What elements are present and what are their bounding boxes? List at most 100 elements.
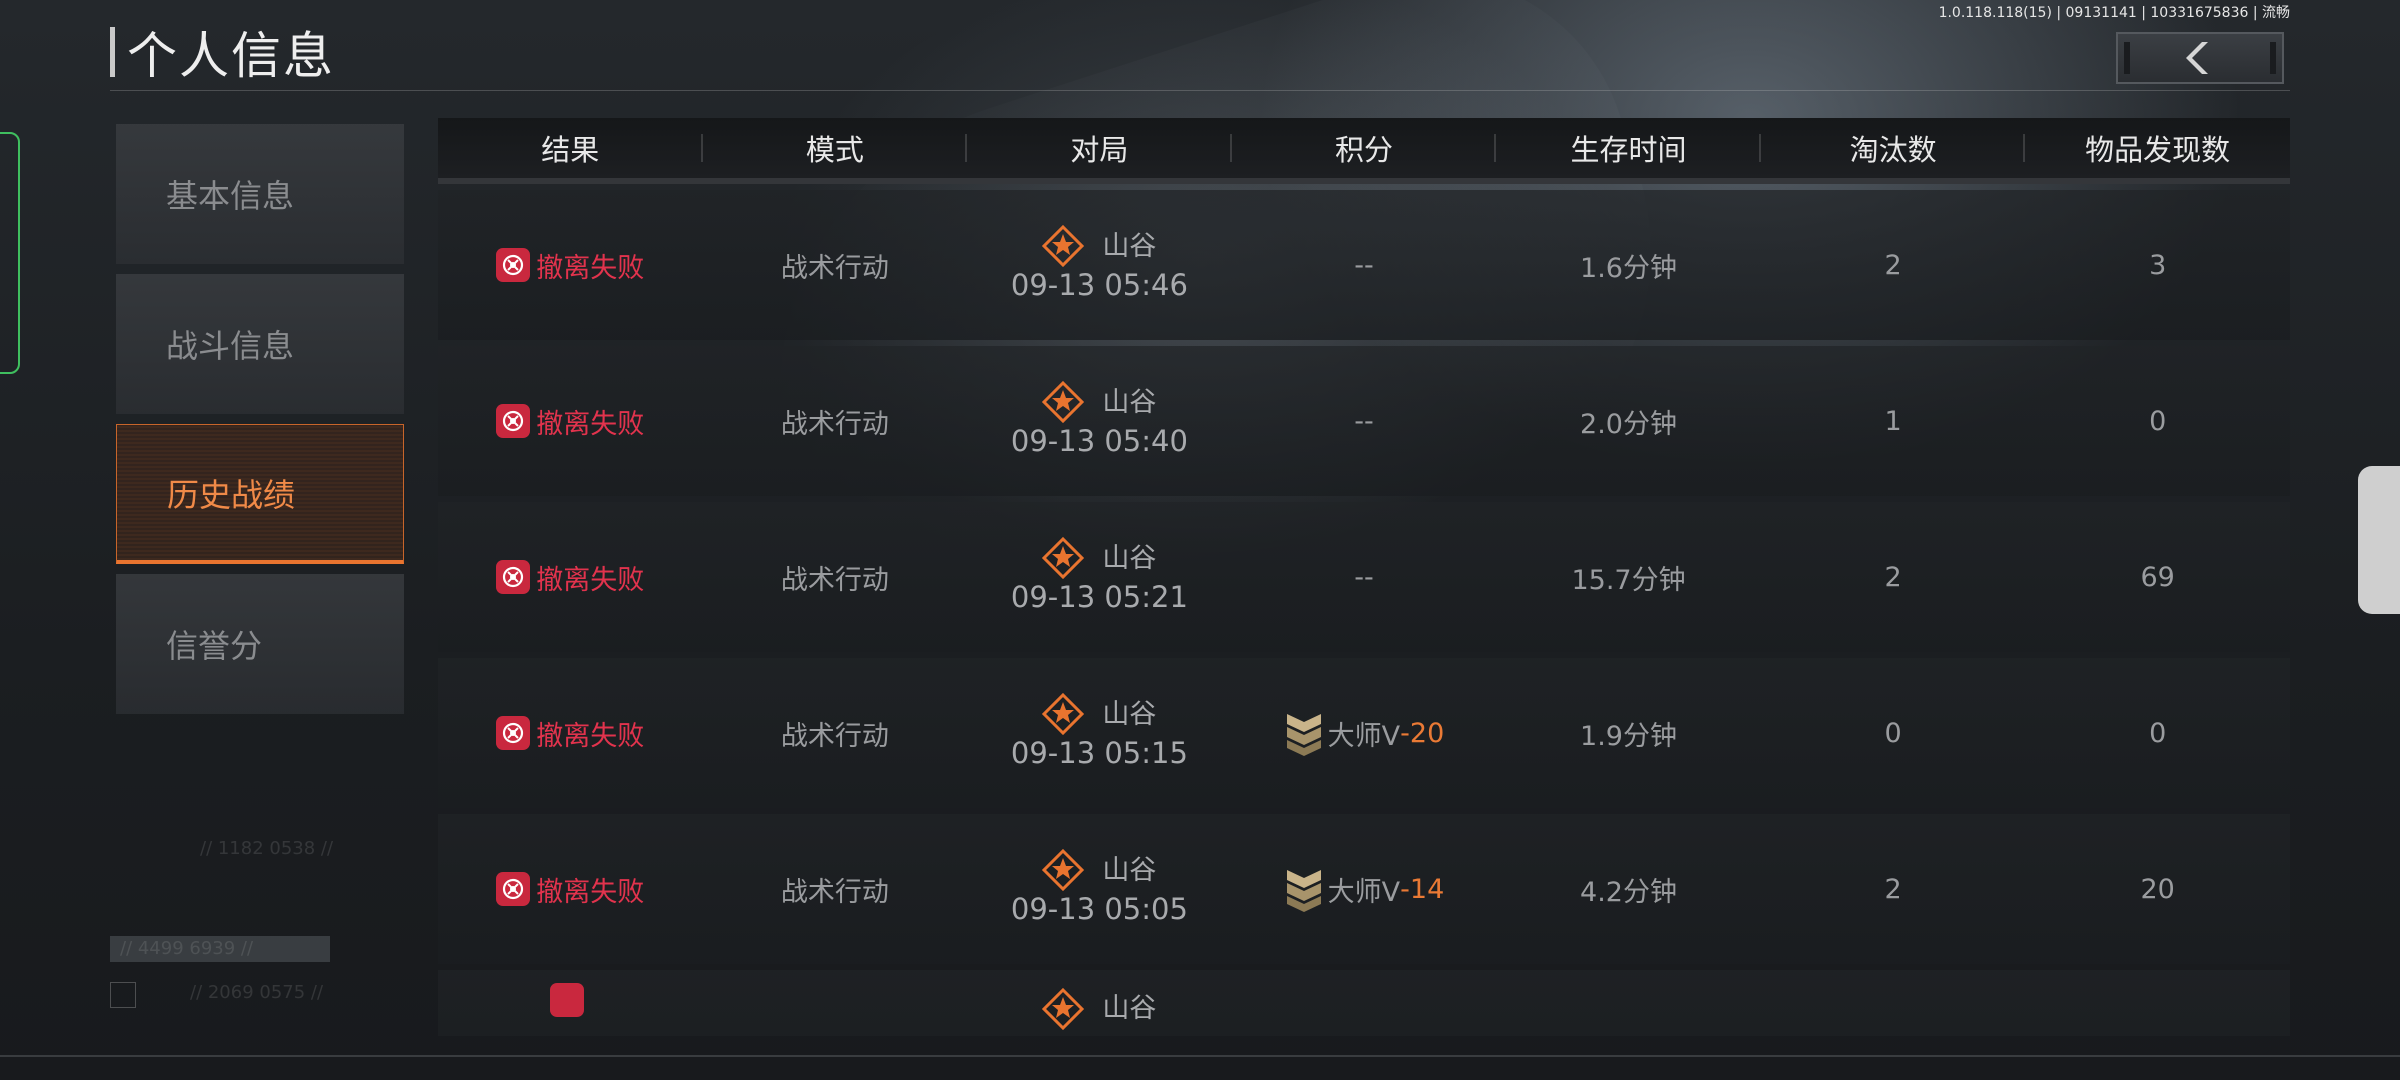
rank-name: 大师V (1327, 720, 1401, 752)
map-name: 山谷 (1102, 993, 1157, 1025)
items-cell: 3 (2149, 249, 2167, 281)
result-text: 撤离失败 (536, 876, 645, 908)
score-delta: -14 (1400, 873, 1445, 905)
mode-cell: 战术行动 (780, 720, 889, 752)
match-time: 09-13 05:15 (1010, 736, 1188, 771)
valley-map-icon (1042, 693, 1085, 736)
match-map: 山谷 (1042, 225, 1157, 268)
items-cell: 0 (2149, 717, 2167, 749)
result-cell: 撤离失败 (438, 190, 703, 340)
score-cell: -- (1232, 346, 1497, 496)
table-row[interactable]: 撤离失败 战术行动 山谷 09-13 05:40 -- 2.0分钟 1 0 (438, 346, 2290, 496)
fail-icon (496, 404, 531, 438)
sidebar: 基本信息 战斗信息 历史战绩 信誉分 (116, 124, 404, 724)
background-bar: // 4499 6939 // (110, 936, 330, 962)
match-cell: 山谷 (967, 970, 1232, 1036)
table-header: 结果 模式 对局 积分 生存时间 淘汰数 物品发现数 (438, 118, 2290, 184)
mode-cell: 战术行动 (780, 408, 889, 440)
kills-cell: 0 (1884, 717, 1902, 749)
rank-name: 大师V (1327, 876, 1401, 908)
kills-cell: 2 (1884, 873, 1902, 905)
match-cell: 山谷 09-13 05:46 (967, 190, 1232, 340)
bottom-divider (0, 1055, 2400, 1057)
score-empty: -- (1354, 561, 1374, 593)
score-empty: -- (1354, 405, 1374, 437)
fail-icon (496, 716, 531, 750)
title-divider (110, 90, 2290, 91)
map-name: 山谷 (1102, 386, 1157, 418)
result-cell: 撤离失败 (438, 346, 703, 496)
score-cell: 大师V -14 (1232, 814, 1497, 964)
items-cell: 0 (2149, 405, 2167, 437)
fail-icon (496, 560, 531, 594)
table-row[interactable]: 撤离失败 战术行动 山谷 09-13 05:46 -- 1.6分钟 2 3 (438, 190, 2290, 340)
chevron-left-icon (2186, 42, 2208, 74)
left-edge-handle[interactable] (0, 132, 20, 374)
column-header-match: 对局 (967, 118, 1232, 178)
match-time: 09-13 05:05 (1010, 892, 1188, 927)
column-header-items-found: 物品发现数 (2085, 133, 2231, 167)
fail-icon (550, 983, 585, 1017)
master-rank-icon (1286, 714, 1321, 756)
survival-cell: 2.0分钟 (1580, 408, 1677, 440)
valley-map-icon (1042, 225, 1085, 268)
sidebar-item-credit-score[interactable]: 信誉分 (116, 574, 404, 714)
table-row[interactable]: 撤离失败 战术行动 山谷 09-13 05:21 -- 15.7分钟 2 69 (438, 502, 2290, 652)
result-text: 撤离失败 (536, 252, 645, 284)
background-coord-text: // 1182 0538 // (200, 838, 334, 859)
fail-icon (496, 248, 531, 282)
sidebar-item-match-history[interactable]: 历史战绩 (116, 424, 404, 564)
match-cell: 山谷 09-13 05:05 (967, 814, 1232, 964)
map-name: 山谷 (1102, 542, 1157, 574)
result-text: 撤离失败 (536, 564, 645, 596)
sidebar-item-combat-info[interactable]: 战斗信息 (116, 274, 404, 414)
score-cell: 大师V -20 (1232, 658, 1497, 808)
survival-cell (1496, 970, 1761, 1036)
map-name: 山谷 (1102, 230, 1157, 262)
page-header: 个人信息 (110, 22, 335, 85)
mode-cell: 战术行动 (780, 564, 889, 596)
result-cell: 撤离失败 (438, 814, 703, 964)
screen: 1.0.118.118(15) | 09131141 | 10331675836… (0, 0, 2400, 1080)
background-coord-text: // 4499 6939 // (120, 938, 254, 959)
items-cell: 20 (2140, 873, 2175, 905)
table-row[interactable]: 撤离失败 战术行动 山谷 09-13 05:15 大师V -20 1.9分钟 0… (438, 658, 2290, 808)
kills-cell: 2 (1884, 561, 1902, 593)
map-name: 山谷 (1102, 698, 1157, 730)
column-header-mode: 模式 (703, 118, 968, 178)
match-cell: 山谷 09-13 05:15 (967, 658, 1232, 808)
table-row[interactable]: 山谷 (438, 970, 2290, 1036)
back-button[interactable] (2116, 32, 2284, 84)
result-cell: 撤离失败 (438, 502, 703, 652)
table-row[interactable]: 撤离失败 战术行动 山谷 09-13 05:05 大师V -14 4.2分钟 2… (438, 814, 2290, 964)
sidebar-item-basic-info[interactable]: 基本信息 (116, 124, 404, 264)
kills-cell: 1 (1884, 405, 1902, 437)
result-text: 撤离失败 (536, 408, 645, 440)
match-map: 山谷 (1042, 537, 1157, 580)
background-box (110, 982, 136, 1008)
kills-cell (1761, 970, 2026, 1036)
master-rank-icon (1286, 870, 1321, 912)
match-time: 09-13 05:40 (1010, 424, 1188, 459)
match-map: 山谷 (1042, 381, 1157, 424)
survival-cell: 15.7分钟 (1571, 564, 1686, 596)
valley-map-icon (1042, 849, 1085, 892)
score-delta: -20 (1400, 717, 1445, 749)
column-header-survival-time: 生存时间 (1496, 118, 1761, 178)
sidebar-item-label: 基本信息 (166, 177, 295, 215)
sidebar-item-label: 历史战绩 (167, 475, 296, 514)
items-cell: 69 (2140, 561, 2175, 593)
page-title: 个人信息 (127, 27, 335, 85)
title-marker (110, 27, 115, 77)
match-map: 山谷 (1042, 988, 1156, 1030)
score-cell (1232, 970, 1497, 1036)
match-cell: 山谷 09-13 05:40 (967, 346, 1232, 496)
background-coord-text: // 2069 0575 // (190, 982, 324, 1003)
right-edge-handle[interactable] (2358, 466, 2400, 614)
kills-cell: 2 (1884, 249, 1902, 281)
result-cell (438, 970, 703, 1036)
sidebar-item-label: 信誉分 (166, 627, 263, 665)
column-header-result: 结果 (438, 118, 703, 178)
score-empty: -- (1354, 249, 1374, 281)
column-header-kills: 淘汰数 (1761, 118, 2026, 178)
